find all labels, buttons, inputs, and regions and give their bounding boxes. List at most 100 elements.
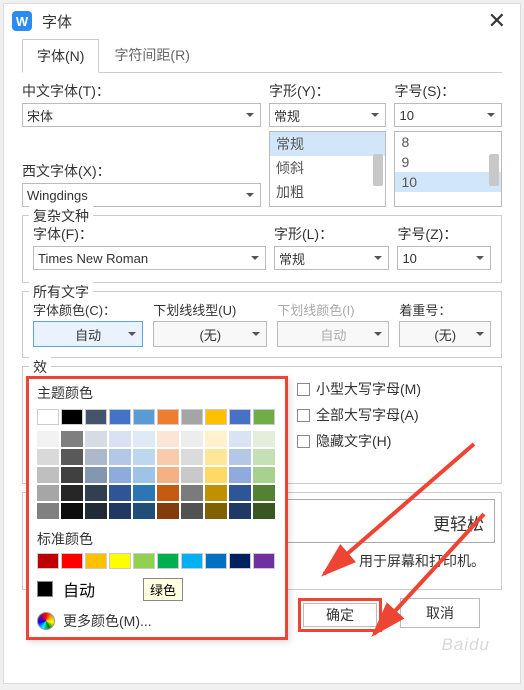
color-swatch[interactable] bbox=[157, 449, 179, 465]
color-swatch[interactable] bbox=[229, 431, 251, 447]
color-swatch[interactable] bbox=[253, 431, 275, 447]
underline-style-dropdown[interactable]: (无) bbox=[153, 321, 267, 347]
more-colors-item[interactable]: 更多颜色(M)... bbox=[29, 605, 285, 633]
list-item[interactable]: 倾斜 bbox=[270, 156, 386, 180]
color-swatch[interactable] bbox=[37, 553, 59, 569]
color-swatch[interactable] bbox=[85, 449, 107, 465]
color-swatch[interactable] bbox=[37, 449, 59, 465]
color-swatch[interactable] bbox=[181, 485, 203, 501]
color-swatch[interactable] bbox=[133, 467, 155, 483]
color-swatch[interactable] bbox=[85, 409, 107, 425]
color-swatch[interactable] bbox=[253, 503, 275, 519]
color-swatch[interactable] bbox=[37, 485, 59, 501]
color-swatch[interactable] bbox=[109, 467, 131, 483]
color-swatch[interactable] bbox=[205, 409, 227, 425]
color-swatch[interactable] bbox=[157, 553, 179, 569]
color-swatch[interactable] bbox=[253, 409, 275, 425]
color-swatch[interactable] bbox=[157, 409, 179, 425]
list-item[interactable]: 9 bbox=[395, 152, 501, 172]
scrollbar[interactable] bbox=[489, 154, 499, 186]
color-swatch[interactable] bbox=[85, 553, 107, 569]
style-input[interactable]: 常规 bbox=[269, 103, 387, 127]
western-font-select[interactable]: Wingdings bbox=[22, 183, 261, 207]
list-item[interactable]: 常规 bbox=[270, 132, 386, 156]
color-swatch[interactable] bbox=[85, 485, 107, 501]
color-swatch[interactable] bbox=[229, 503, 251, 519]
checkbox-hidden[interactable]: 隐藏文字(H) bbox=[297, 431, 391, 451]
color-swatch[interactable] bbox=[229, 553, 251, 569]
list-item[interactable]: 10 bbox=[395, 172, 501, 192]
color-swatch[interactable] bbox=[133, 431, 155, 447]
emphasis-dropdown[interactable]: (无) bbox=[399, 321, 491, 347]
color-swatch[interactable] bbox=[253, 553, 275, 569]
color-swatch[interactable] bbox=[181, 503, 203, 519]
color-swatch[interactable] bbox=[205, 503, 227, 519]
color-swatch[interactable] bbox=[133, 409, 155, 425]
font-color-dropdown[interactable]: 自动 bbox=[33, 321, 143, 347]
color-swatch[interactable] bbox=[157, 467, 179, 483]
color-swatch[interactable] bbox=[181, 449, 203, 465]
auto-color-swatch[interactable] bbox=[37, 581, 53, 597]
complex-font-select[interactable]: Times New Roman bbox=[33, 246, 266, 270]
auto-color-label[interactable]: 自动 bbox=[63, 577, 133, 601]
color-swatch[interactable] bbox=[253, 467, 275, 483]
color-swatch[interactable] bbox=[133, 449, 155, 465]
color-swatch[interactable] bbox=[181, 553, 203, 569]
color-swatch[interactable] bbox=[109, 553, 131, 569]
color-swatch[interactable] bbox=[253, 449, 275, 465]
color-swatch[interactable] bbox=[37, 409, 59, 425]
color-swatch[interactable] bbox=[181, 409, 203, 425]
color-swatch[interactable] bbox=[229, 467, 251, 483]
color-swatch[interactable] bbox=[205, 485, 227, 501]
size-listbox[interactable]: 8 9 10 bbox=[394, 131, 502, 207]
color-swatch[interactable] bbox=[109, 431, 131, 447]
color-swatch[interactable] bbox=[229, 409, 251, 425]
color-swatch[interactable] bbox=[85, 467, 107, 483]
tab-font[interactable]: 字体(N) bbox=[22, 39, 99, 73]
color-swatch[interactable] bbox=[253, 485, 275, 501]
list-item[interactable]: 8 bbox=[395, 132, 501, 152]
color-swatch[interactable] bbox=[181, 431, 203, 447]
close-icon[interactable]: ✕ bbox=[482, 8, 512, 34]
cn-font-select[interactable]: 宋体 bbox=[22, 103, 261, 127]
color-swatch[interactable] bbox=[205, 553, 227, 569]
color-swatch[interactable] bbox=[109, 449, 131, 465]
color-swatch[interactable] bbox=[61, 449, 83, 465]
color-swatch[interactable] bbox=[181, 467, 203, 483]
complex-style-select[interactable]: 常规 bbox=[274, 246, 389, 270]
color-swatch[interactable] bbox=[85, 431, 107, 447]
color-swatch[interactable] bbox=[61, 485, 83, 501]
color-swatch[interactable] bbox=[205, 467, 227, 483]
ok-button[interactable]: 确定 bbox=[303, 603, 377, 627]
color-swatch[interactable] bbox=[157, 431, 179, 447]
checkbox-smallcaps[interactable]: 小型大写字母(M) bbox=[297, 379, 421, 399]
list-item[interactable]: 加粗 bbox=[270, 180, 386, 204]
cancel-button[interactable]: 取消 bbox=[400, 598, 480, 628]
color-swatch[interactable] bbox=[109, 409, 131, 425]
color-swatch[interactable] bbox=[109, 485, 131, 501]
style-listbox[interactable]: 常规 倾斜 加粗 bbox=[269, 131, 387, 207]
color-swatch[interactable] bbox=[133, 553, 155, 569]
color-swatch[interactable] bbox=[37, 503, 59, 519]
color-swatch[interactable] bbox=[61, 409, 83, 425]
color-swatch[interactable] bbox=[61, 467, 83, 483]
color-swatch[interactable] bbox=[157, 485, 179, 501]
color-swatch[interactable] bbox=[61, 503, 83, 519]
color-swatch[interactable] bbox=[229, 449, 251, 465]
color-swatch[interactable] bbox=[85, 503, 107, 519]
scrollbar[interactable] bbox=[373, 154, 383, 186]
color-swatch[interactable] bbox=[109, 503, 131, 519]
color-swatch[interactable] bbox=[229, 485, 251, 501]
tab-spacing[interactable]: 字符间距(R) bbox=[99, 38, 204, 72]
color-swatch[interactable] bbox=[157, 503, 179, 519]
color-swatch[interactable] bbox=[61, 431, 83, 447]
color-swatch[interactable] bbox=[61, 553, 83, 569]
color-swatch[interactable] bbox=[133, 503, 155, 519]
color-swatch[interactable] bbox=[205, 431, 227, 447]
checkbox-allcaps[interactable]: 全部大写字母(A) bbox=[297, 405, 419, 425]
color-swatch[interactable] bbox=[37, 467, 59, 483]
color-swatch[interactable] bbox=[37, 431, 59, 447]
complex-size-select[interactable]: 10 bbox=[397, 246, 491, 270]
color-swatch[interactable] bbox=[133, 485, 155, 501]
size-input[interactable]: 10 bbox=[394, 103, 502, 127]
